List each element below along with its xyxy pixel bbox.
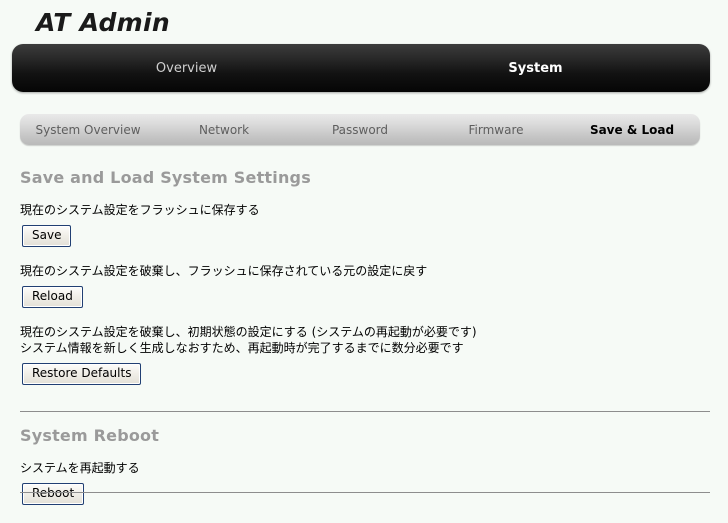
section-divider (20, 411, 710, 412)
subnav-item-firmware[interactable]: Firmware (428, 114, 564, 145)
restore-defaults-block: 現在のシステム設定を破棄し、初期状態の設定にする (システムの再起動が必要です)… (20, 324, 710, 401)
reload-button[interactable]: Reload (22, 286, 83, 308)
nav-item-system[interactable]: System (361, 44, 710, 92)
restore-defaults-description-line1: 現在のシステム設定を破棄し、初期状態の設定にする (システムの再起動が必要です) (20, 325, 477, 339)
save-description: 現在のシステム設定をフラッシュに保存する (20, 203, 260, 217)
nav-item-overview-label: Overview (155, 60, 218, 76)
nav-item-overview[interactable]: Overview (12, 44, 361, 92)
restore-defaults-description-line2: システム情報を新しく生成しなおすため、再起動時が完了するまでに数分必要です (20, 341, 464, 355)
reboot-description: システムを再起動する (20, 461, 140, 475)
subnav-item-save-load[interactable]: Save & Load (564, 114, 700, 145)
subnav-item-system-overview-label: System Overview (35, 122, 141, 137)
reload-description: 現在のシステム設定を破棄し、フラッシュに保存されている元の設定に戻す (20, 264, 428, 278)
reload-block: 現在のシステム設定を破棄し、フラッシュに保存されている元の設定に戻す Reloa… (20, 263, 710, 324)
footer-divider (20, 492, 710, 493)
save-button[interactable]: Save (22, 225, 72, 247)
main-content: Save and Load System Settings 現在のシステム設定を… (20, 160, 710, 521)
save-load-section-heading: Save and Load System Settings (20, 168, 311, 187)
save-block: 現在のシステム設定をフラッシュに保存する Save (20, 202, 710, 263)
sub-navigation: System Overview Network Password Firmwar… (20, 114, 700, 145)
restore-defaults-description: 現在のシステム設定を破棄し、初期状態の設定にする (システムの再起動が必要です)… (20, 324, 710, 356)
reboot-block: System Reboot システムを再起動する Reboot (20, 426, 710, 521)
restore-defaults-button[interactable]: Restore Defaults (22, 363, 142, 385)
nav-item-system-label: System (508, 60, 563, 76)
subnav-item-network[interactable]: Network (156, 114, 292, 145)
reboot-button[interactable]: Reboot (22, 483, 85, 505)
reboot-section-heading: System Reboot (20, 426, 160, 445)
subnav-item-system-overview[interactable]: System Overview (20, 114, 156, 145)
subnav-item-firmware-label: Firmware (468, 122, 524, 137)
main-navigation: Overview System (12, 44, 710, 92)
subnav-item-save-load-label: Save & Load (589, 122, 675, 137)
subnav-item-password[interactable]: Password (292, 114, 428, 145)
subnav-item-network-label: Network (198, 122, 250, 137)
subnav-item-password-label: Password (331, 122, 389, 137)
brand-title: AT Admin (36, 8, 171, 37)
